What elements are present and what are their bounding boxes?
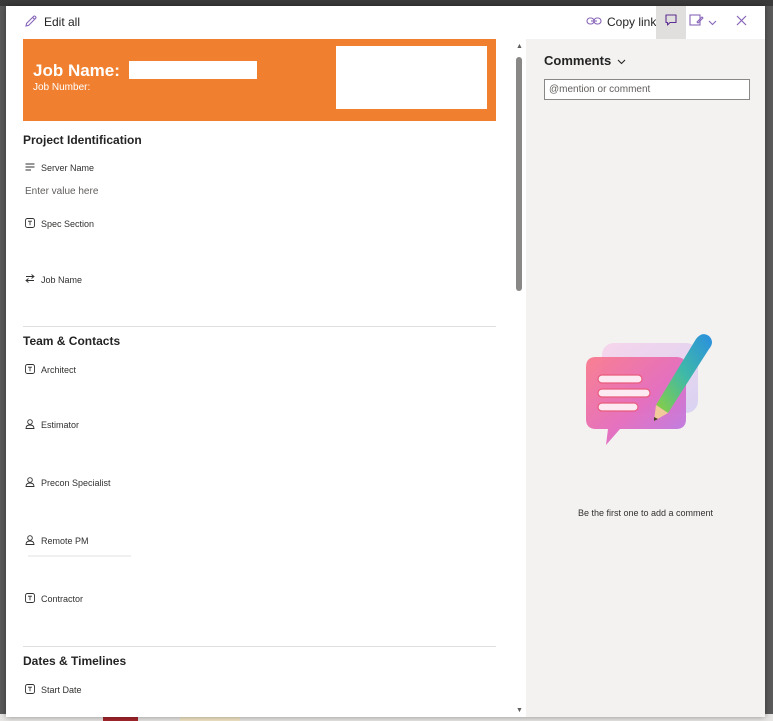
precon-specialist-label: Precon Specialist <box>41 478 111 488</box>
form-header-banner: Job Name: Job Number: <box>23 39 496 121</box>
form-body: Job Name: Job Number: Project Identifica… <box>6 39 526 717</box>
comment-input[interactable] <box>544 79 750 100</box>
comments-title: Comments <box>544 53 612 68</box>
section-divider <box>23 326 496 327</box>
job-number-label: Job Number: <box>33 82 91 93</box>
edit-all-label: Edit all <box>44 15 81 29</box>
comment-icon <box>664 13 678 32</box>
field-remote-pm-label: Remote PM <box>25 535 89 547</box>
comments-empty-message: Be the first one to add a comment <box>577 508 714 518</box>
copy-link-label: Copy link <box>607 15 657 29</box>
contractor-label: Contractor <box>41 594 84 604</box>
command-bar: Edit all Copy link <box>6 6 765 39</box>
logo-placeholder <box>336 46 487 109</box>
section-dates-timelines: Dates & Timelines <box>23 654 127 668</box>
chevron-down-icon <box>617 53 626 68</box>
section-divider <box>23 646 496 647</box>
comment-illustration-icon <box>576 327 716 467</box>
field-precon-specialist-label: Precon Specialist <box>25 477 111 489</box>
comments-toggle-button[interactable] <box>656 6 686 39</box>
remote-pm-label: Remote PM <box>41 536 89 546</box>
field-architect-label: Architect <box>25 364 76 376</box>
job-name-field-label: Job Name <box>41 274 83 285</box>
architect-label: Architect <box>41 365 77 375</box>
choice-field-icon <box>25 593 35 605</box>
server-name-label: Server Name <box>41 163 95 173</box>
choice-field-icon <box>25 218 35 230</box>
scroll-thumb[interactable] <box>516 57 522 291</box>
close-icon <box>736 13 747 31</box>
scroll-up-arrow-icon[interactable]: ▲ <box>516 43 523 50</box>
server-name-input[interactable]: Enter value here <box>25 186 98 197</box>
spec-section-label: Spec Section <box>41 219 95 229</box>
item-details-panel: Edit all Copy link Job Name: Job Number:… <box>6 6 765 717</box>
pencil-icon <box>24 14 38 31</box>
person-icon <box>25 535 35 547</box>
person-icon <box>25 477 35 489</box>
choice-field-icon <box>25 364 35 376</box>
field-spec-section-label: Spec Section <box>25 218 94 230</box>
comments-pane: Comments @mention or comment Be the firs… <box>526 39 765 717</box>
person-icon <box>25 419 35 431</box>
job-name-value-box <box>129 61 257 79</box>
lookup-arrows-icon <box>25 274 35 285</box>
calendar-icon <box>25 684 35 696</box>
form-view-icon <box>689 13 704 32</box>
copy-link-button[interactable]: Copy link <box>586 12 656 32</box>
link-icon <box>586 15 602 30</box>
field-contractor-label: Contractor <box>25 593 83 605</box>
start-date-label: Start Date <box>41 685 82 695</box>
field-job-name-label: Job Name <box>25 274 82 285</box>
comments-header-button[interactable]: Comments <box>544 53 626 68</box>
field-start-date-label: Start Date <box>25 684 82 696</box>
section-team-contacts: Team & Contacts <box>23 334 121 348</box>
estimator-label: Estimator <box>41 420 80 430</box>
field-server-name-label: Server Name <box>25 163 94 173</box>
chevron-down-icon <box>708 13 717 31</box>
job-name-label: Job Name: <box>33 61 120 80</box>
section-project-identification: Project Identification <box>23 133 142 147</box>
view-switcher-button[interactable] <box>689 12 717 32</box>
text-lines-icon <box>25 163 35 173</box>
close-button[interactable] <box>731 12 751 32</box>
form-scrollbar[interactable]: ▲ ▼ <box>513 39 525 717</box>
field-estimator-label: Estimator <box>25 419 79 431</box>
edit-all-button[interactable]: Edit all <box>24 12 80 32</box>
remote-pm-input-underline[interactable] <box>28 555 131 557</box>
scroll-down-arrow-icon[interactable]: ▼ <box>516 707 523 714</box>
